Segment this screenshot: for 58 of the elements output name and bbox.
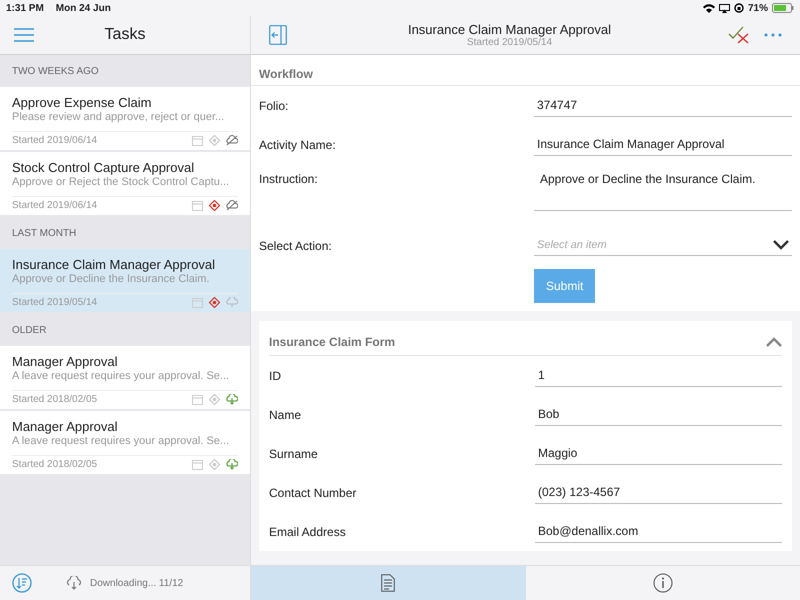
field-label: Name	[269, 408, 302, 422]
field-label: Select Action:	[259, 238, 333, 252]
input-field[interactable]: (023) 123-4567	[535, 481, 782, 504]
cloud-download-icon	[66, 576, 82, 590]
cloud-off-icon	[226, 200, 238, 211]
cloud-download-icon	[226, 459, 238, 470]
input-field[interactable]: 1	[535, 364, 782, 387]
lock-rotation-icon	[734, 3, 744, 13]
status-time: 1:31 PM	[6, 2, 44, 14]
sidebar-title: Tasks	[104, 26, 146, 44]
text-area[interactable]: Approve or Decline the Insurance Claim.	[534, 168, 792, 211]
cloud-off-icon	[226, 135, 238, 146]
group-heading: TWO WEEKS AGO	[12, 66, 99, 76]
document-icon	[381, 574, 396, 592]
task-item[interactable]: Manager Approval A leave request requires your approval. Se... Started 2018/02/05	[0, 346, 250, 411]
cloud-download-icon	[226, 394, 238, 405]
task-item[interactable]: Insurance Claim Manager Approval Approve or Decline the Insurance Claim. Started 2019/05/14	[0, 249, 250, 314]
menu-icon[interactable]	[13, 27, 35, 43]
field-label: Surname	[269, 446, 319, 460]
battery-percent: 71%	[748, 2, 768, 14]
info-icon	[652, 573, 673, 593]
input-field[interactable]: Maggio	[535, 442, 782, 465]
calendar-icon	[192, 297, 203, 308]
cloud-icon	[226, 297, 238, 308]
field-label: Contact Number	[269, 486, 358, 500]
field-label: Folio:	[259, 98, 290, 112]
battery-icon	[772, 3, 794, 13]
screen-icon	[718, 4, 730, 12]
section-heading: Workflow	[259, 67, 313, 81]
form-title: Insurance Claim Form	[269, 335, 396, 349]
group-heading: OLDER	[12, 324, 46, 336]
field-label: Instruction:	[259, 172, 319, 186]
task-item[interactable]: Approve Expense Claim Please review and approve, reject or quer... Started 2019/06/14	[0, 87, 250, 152]
status-date: Mon 24 Jun	[56, 2, 111, 14]
calendar-icon	[192, 459, 203, 470]
calendar-icon	[192, 394, 203, 405]
input-field[interactable]: 374747	[534, 94, 792, 117]
calendar-icon	[192, 200, 203, 211]
chevron-down-icon	[773, 240, 789, 250]
field-label: Email Address	[269, 524, 347, 538]
task-started: Started 2019/05/14	[466, 37, 552, 48]
input-field[interactable]: Insurance Claim Manager Approval	[534, 133, 792, 156]
task-item[interactable]: Stock Control Capture Approval Approve or Reject the Stock Control Captu... Started 2019/06/14	[0, 152, 250, 217]
wifi-icon	[702, 4, 715, 12]
more-icon[interactable]	[764, 33, 782, 37]
sort-icon[interactable]	[12, 573, 32, 593]
approve-decline-icon[interactable]	[728, 26, 750, 44]
chevron-icon[interactable]	[766, 337, 782, 347]
calendar-icon	[192, 135, 203, 146]
download-status: Downloading... 11/12	[90, 578, 184, 588]
field-label: Activity Name:	[259, 138, 337, 152]
task-title: Insurance Claim Manager Approval	[408, 22, 612, 37]
group-heading: LAST MONTH	[12, 228, 76, 238]
task-item[interactable]: Manager Approval A leave request requires your approval. Se... Started 2018/02/05	[0, 411, 250, 476]
input-field[interactable]: Bob	[535, 403, 782, 426]
collapse-panel-icon[interactable]	[269, 25, 287, 45]
input-field[interactable]: Bob@denallix.com	[535, 520, 782, 543]
field-label: ID	[269, 368, 282, 382]
